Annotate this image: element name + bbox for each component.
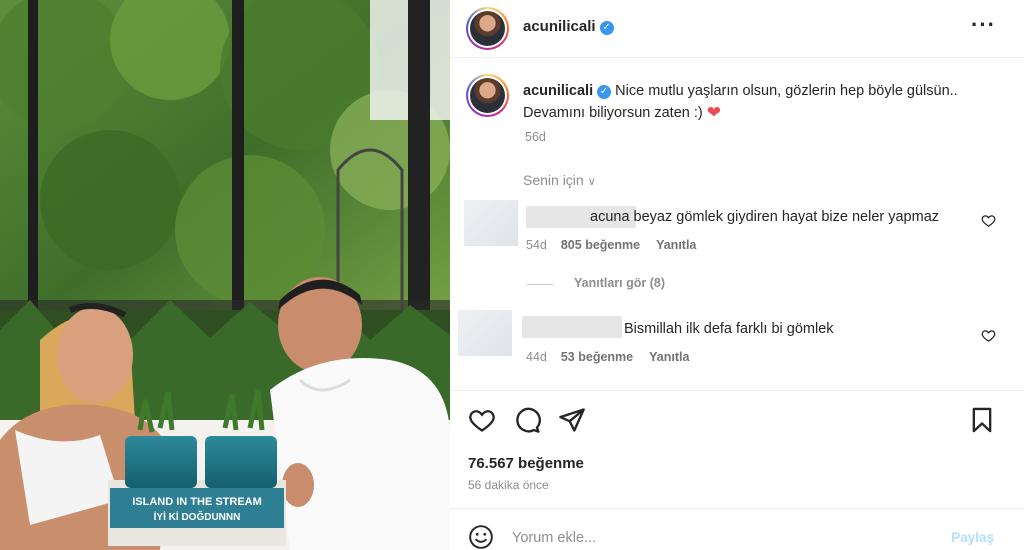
bookmark-icon[interactable] bbox=[968, 406, 996, 434]
post-panel: acunilicali ✓ ··· acunilicali ✓ Nice mutlu… bbox=[450, 0, 1024, 550]
cake-text-line2: İYİ Kİ DOĞDUNNN bbox=[154, 510, 241, 523]
post-photo[interactable]: ISLAND IN THE STREAM İYİ Kİ DOĞDUNNN bbox=[0, 0, 450, 550]
caption: acunilicali ✓ Nice mutlu yaşların olsun, … bbox=[523, 81, 993, 124]
comment-likes[interactable]: 805 beğenme bbox=[561, 238, 640, 252]
comment-likes[interactable]: 53 beğenme bbox=[561, 350, 633, 364]
comment-heart-icon[interactable] bbox=[981, 328, 996, 346]
reply-button[interactable]: Yanıtla bbox=[656, 238, 696, 252]
comment-time: 54d bbox=[526, 238, 547, 252]
likes-count[interactable]: 76.567 beğenme bbox=[468, 455, 584, 472]
comment-input[interactable] bbox=[512, 526, 932, 550]
post-comment-button[interactable]: Paylaş bbox=[951, 530, 994, 545]
posted-time: 56 dakika önce bbox=[468, 478, 549, 492]
comment-heart-icon[interactable] bbox=[981, 213, 996, 231]
comment-time: 44d bbox=[526, 350, 547, 364]
chevron-down-icon: ∨ bbox=[587, 176, 596, 188]
comments-filter-label: Senin için bbox=[523, 172, 584, 188]
comment-username-blurred bbox=[522, 316, 622, 338]
comment-meta: 44d 53 beğenme Yanıtla bbox=[526, 350, 689, 364]
comment-avatar[interactable] bbox=[464, 200, 518, 246]
replies-divider bbox=[527, 284, 553, 285]
reply-button[interactable]: Yanıtla bbox=[649, 350, 689, 364]
caption-time: 56d bbox=[525, 130, 546, 144]
more-icon[interactable]: ··· bbox=[971, 12, 996, 38]
comments-filter[interactable]: Senin için ∨ bbox=[523, 172, 596, 188]
post-header: acunilicali ✓ ··· bbox=[450, 0, 1024, 58]
verified-icon: ✓ bbox=[599, 21, 614, 35]
avatar[interactable] bbox=[466, 7, 509, 50]
caption-avatar[interactable] bbox=[466, 74, 509, 117]
comment-avatar[interactable] bbox=[458, 310, 512, 356]
comment-text: Bismillah ilk defa farklı bi gömlek bbox=[624, 321, 834, 337]
header-username[interactable]: acunilicali ✓ bbox=[523, 18, 614, 35]
comment-text: acuna beyaz gömlek giydiren hayat bize n… bbox=[590, 209, 940, 225]
emoji-icon[interactable] bbox=[468, 524, 494, 550]
comment-icon[interactable] bbox=[513, 406, 541, 434]
view-replies-button[interactable]: Yanıtları gör (8) bbox=[574, 276, 665, 290]
cake-text-line1: ISLAND IN THE STREAM bbox=[132, 496, 262, 508]
username-text[interactable]: acunilicali bbox=[523, 18, 596, 35]
comment-divider bbox=[450, 508, 1024, 509]
red-heart-emoji: ❤ bbox=[706, 103, 721, 122]
actions-divider bbox=[450, 390, 1024, 391]
heart-icon[interactable] bbox=[468, 406, 496, 434]
verified-icon: ✓ bbox=[597, 85, 612, 99]
comment-meta: 54d 805 beğenme Yanıtla bbox=[526, 238, 696, 252]
share-icon[interactable] bbox=[558, 406, 586, 434]
caption-username[interactable]: acunilicali bbox=[523, 83, 593, 99]
